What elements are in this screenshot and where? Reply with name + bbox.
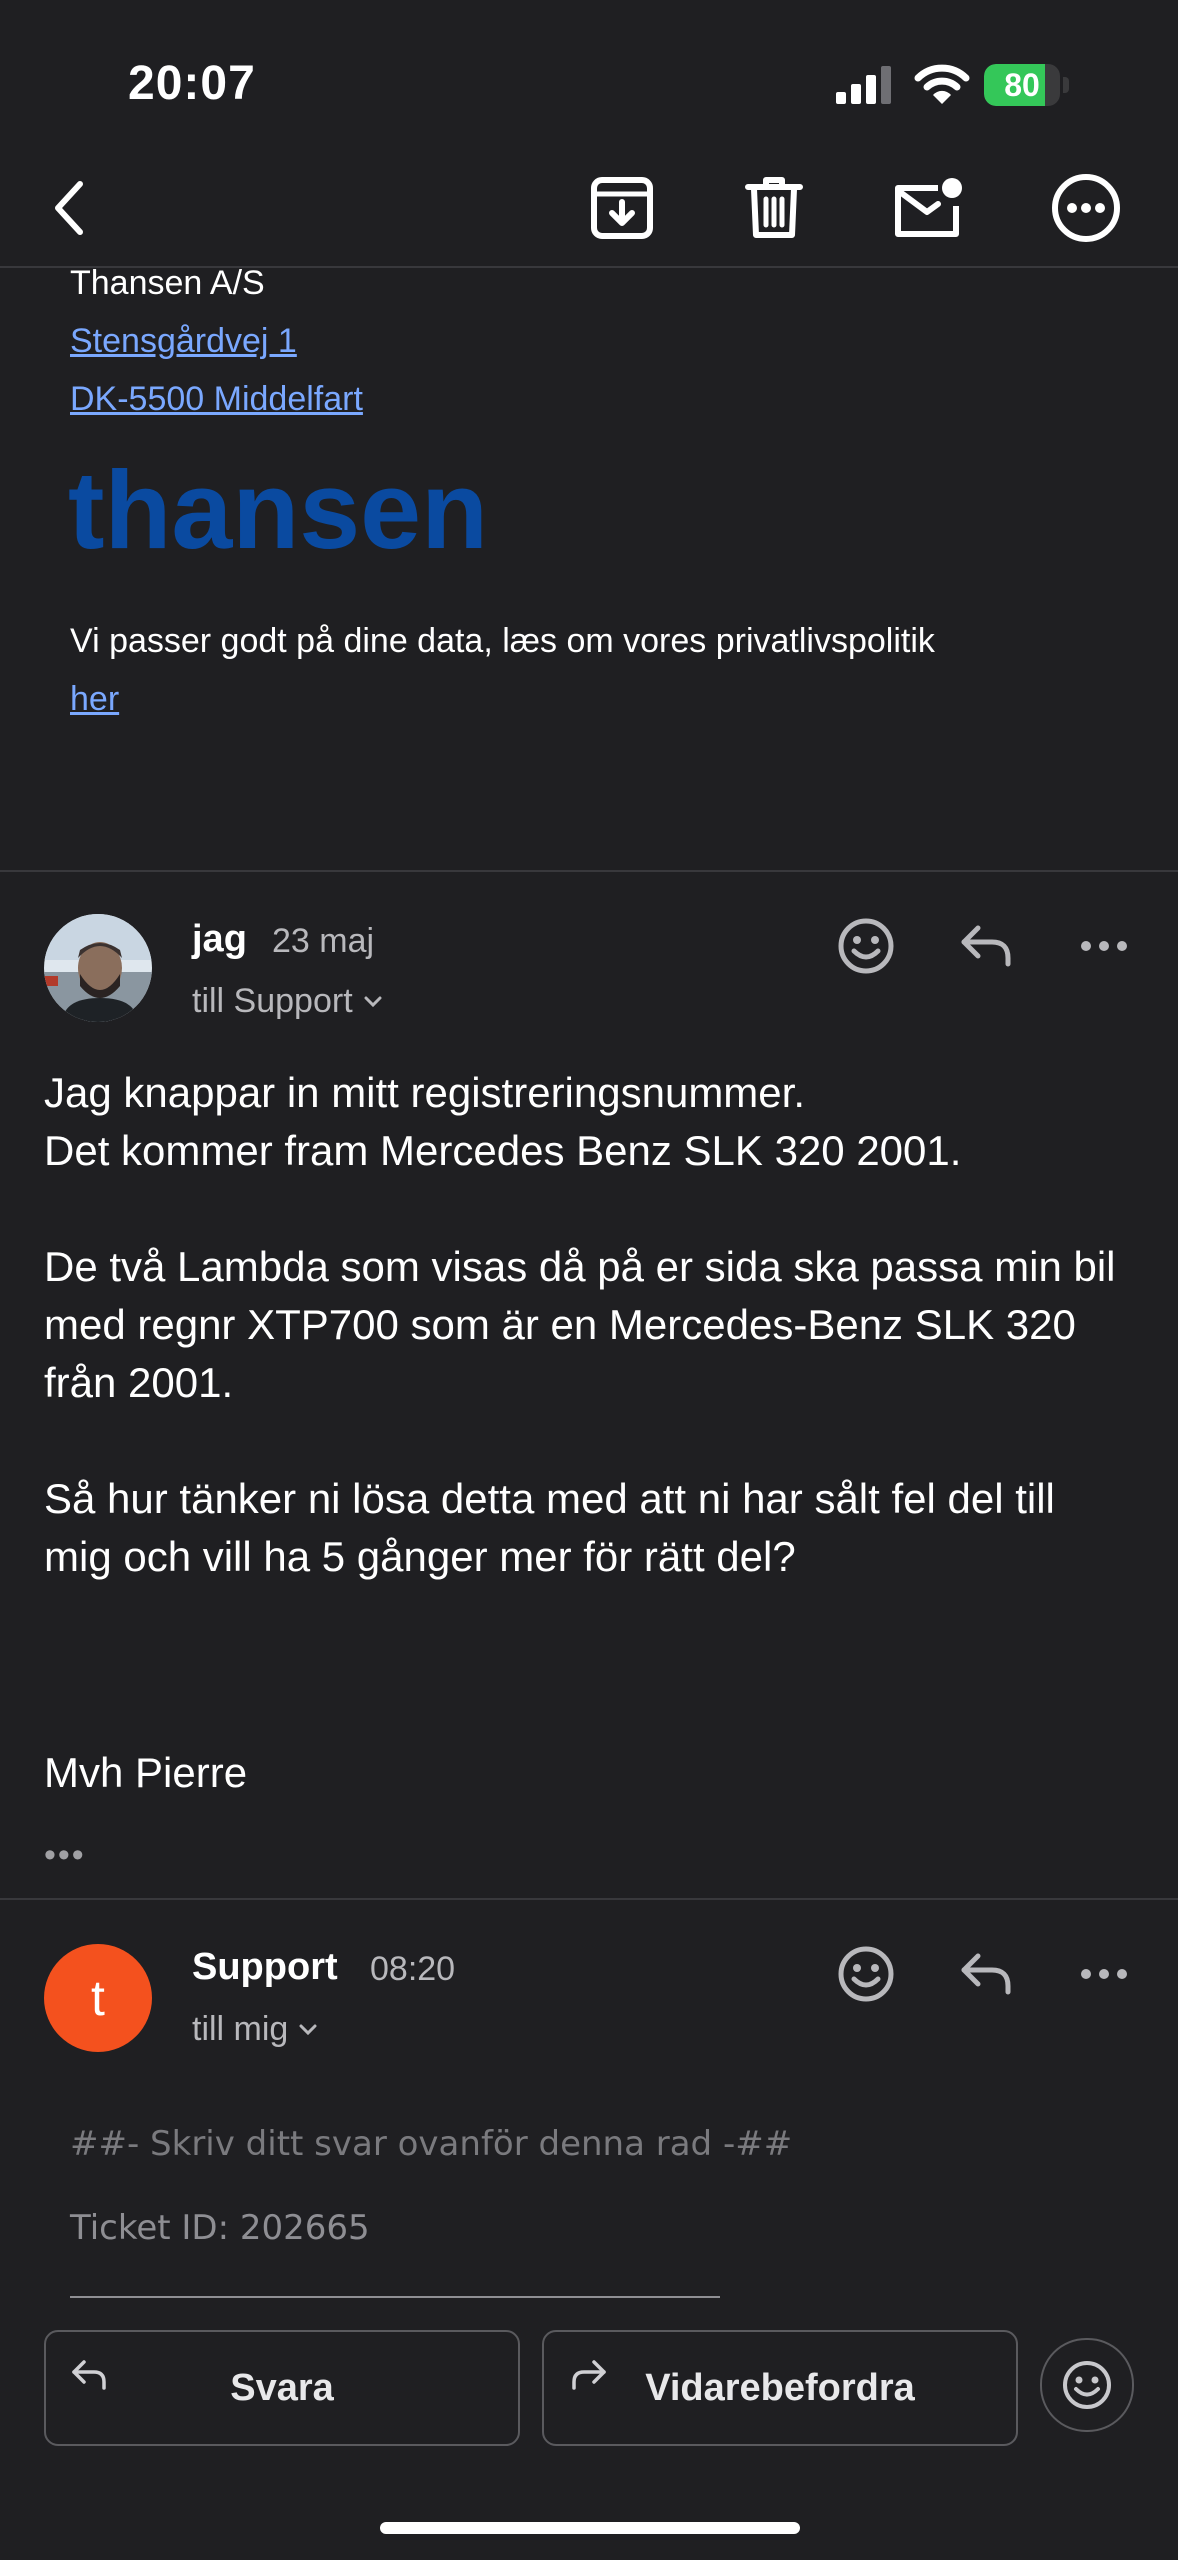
reply-label: Svara xyxy=(230,2367,334,2409)
react-button[interactable] xyxy=(830,910,902,982)
mark-unread-icon xyxy=(895,178,962,237)
forward-label: Vidarebefordra xyxy=(645,2367,915,2409)
reply-action-button[interactable]: Svara xyxy=(44,2330,520,2446)
privacy-link[interactable]: her xyxy=(70,680,119,718)
sender-name: jag xyxy=(192,918,247,960)
battery-percent: 80 xyxy=(1004,67,1040,103)
more-horizontal-icon xyxy=(1081,1969,1127,1979)
svg-text:thansen: thansen xyxy=(68,462,488,562)
sender-name: Support xyxy=(192,1946,338,1988)
more-icon xyxy=(1052,174,1120,242)
message-time: 08:20 xyxy=(370,1950,456,1988)
chevron-left-icon xyxy=(55,181,83,235)
body-paragraph: Så hur tänker ni lösa detta med att ni h… xyxy=(44,1475,1055,1580)
chevron-down-icon xyxy=(299,2024,317,2035)
battery-indicator: 80 xyxy=(984,64,1070,106)
address-street-link[interactable]: Stensgårdvej 1 xyxy=(70,322,297,361)
emoji-icon xyxy=(838,1946,894,2002)
archive-button[interactable] xyxy=(580,166,664,250)
cellular-signal-icon xyxy=(836,66,891,104)
avatar-photo xyxy=(44,914,152,1022)
more-options-button[interactable] xyxy=(1044,166,1128,250)
privacy-text: Vi passer godt på dine data, læs om vore… xyxy=(70,622,935,660)
recipient-toggle[interactable]: till Support xyxy=(192,982,383,1021)
recipient-toggle[interactable]: till mig xyxy=(192,2010,318,2049)
archive-icon xyxy=(591,177,653,239)
body-line: Jag knappar in mitt registreringsnummer. xyxy=(44,1069,805,1116)
recipient-label: till Support xyxy=(192,982,353,1020)
emoji-icon xyxy=(838,918,894,974)
separator-line xyxy=(70,2296,720,2298)
body-line: Det kommer fram Mercedes Benz SLK 320 20… xyxy=(44,1127,962,1174)
sender-avatar[interactable] xyxy=(44,914,152,1022)
reply-button[interactable] xyxy=(950,910,1022,982)
message-more-button[interactable] xyxy=(1068,910,1140,982)
address-city-link[interactable]: DK-5500 Middelfart xyxy=(70,380,363,419)
message-more-button[interactable] xyxy=(1068,1938,1140,2010)
reply-button[interactable] xyxy=(950,1938,1022,2010)
wifi-icon xyxy=(914,64,970,104)
forward-action-button[interactable]: Vidarebefordra xyxy=(542,2330,1018,2446)
recipient-label: till mig xyxy=(192,2010,289,2048)
avatar-letter: t xyxy=(91,1970,105,2026)
trash-icon xyxy=(745,177,803,238)
chevron-down-icon xyxy=(364,996,382,1007)
thansen-logo: thansen xyxy=(68,462,488,562)
support-avatar[interactable]: t xyxy=(44,1944,152,2052)
status-time: 20:07 xyxy=(128,57,256,110)
show-quoted-button[interactable]: ••• xyxy=(44,1836,86,1875)
react-button[interactable] xyxy=(830,1938,902,2010)
body-paragraph: De två Lambda som visas då på er sida sk… xyxy=(44,1243,1116,1406)
more-horizontal-icon xyxy=(1081,941,1127,951)
message-body: Jag knappar in mitt registreringsnummer.… xyxy=(44,1064,1144,1586)
message-divider xyxy=(0,870,1178,872)
company-name: Thansen A/S xyxy=(70,264,265,302)
reply-icon xyxy=(961,925,1011,967)
message-divider xyxy=(0,1898,1178,1900)
message-date: 23 maj xyxy=(272,922,375,960)
react-action-button[interactable] xyxy=(1040,2338,1134,2432)
mark-unread-button[interactable] xyxy=(886,166,970,250)
reply-marker: ##- Skriv ditt svar ovanför denna rad -#… xyxy=(70,2124,793,2164)
reply-icon xyxy=(961,1953,1011,1995)
home-indicator xyxy=(380,2522,800,2534)
signature: Mvh Pierre xyxy=(44,1749,248,1796)
emoji-icon xyxy=(1063,2361,1111,2409)
back-button[interactable] xyxy=(28,166,112,250)
privacy-notice: Vi passer godt på dine data, læs om vore… xyxy=(70,612,1130,728)
ticket-id: Ticket ID: 202665 xyxy=(70,2208,370,2248)
delete-button[interactable] xyxy=(732,166,816,250)
